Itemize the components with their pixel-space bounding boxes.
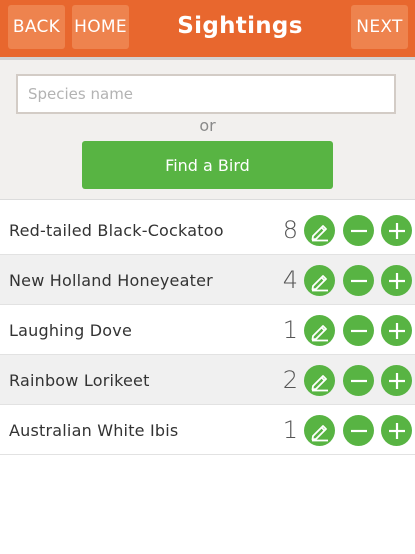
plus-icon	[388, 272, 405, 289]
edit-button[interactable]	[304, 265, 335, 296]
decrement-button[interactable]	[343, 315, 374, 346]
species-name: New Holland Honeyeater	[9, 270, 213, 290]
sighting-count: 1	[282, 316, 298, 344]
decrement-button[interactable]	[343, 265, 374, 296]
plus-icon	[388, 372, 405, 389]
increment-button[interactable]	[381, 365, 412, 396]
home-button[interactable]: HOME	[72, 5, 129, 49]
increment-button[interactable]	[381, 415, 412, 446]
or-label: or	[199, 116, 216, 135]
pencil-icon	[311, 374, 328, 391]
decrement-button[interactable]	[343, 215, 374, 246]
list-item: Laughing Dove 1	[0, 305, 415, 355]
decrement-button[interactable]	[343, 365, 374, 396]
increment-button[interactable]	[381, 265, 412, 296]
edit-button[interactable]	[304, 215, 335, 246]
pencil-icon	[311, 424, 328, 441]
minus-icon	[350, 429, 367, 432]
sightings-list: Red-tailed Black-Cockatoo 8 New Holland …	[0, 205, 415, 455]
increment-button[interactable]	[381, 215, 412, 246]
list-item: Rainbow Lorikeet 2	[0, 355, 415, 405]
sighting-count: 2	[282, 366, 298, 394]
sighting-count: 4	[282, 266, 298, 294]
edit-button[interactable]	[304, 365, 335, 396]
decrement-button[interactable]	[343, 415, 374, 446]
minus-icon	[350, 229, 367, 232]
back-button[interactable]: BACK	[8, 5, 65, 49]
pencil-icon	[311, 274, 328, 291]
species-name: Laughing Dove	[9, 320, 133, 340]
species-name-input[interactable]	[16, 74, 396, 114]
edit-button[interactable]	[304, 315, 335, 346]
increment-button[interactable]	[381, 315, 412, 346]
plus-icon	[388, 322, 405, 339]
find-a-bird-button[interactable]: Find a Bird	[82, 141, 333, 189]
edit-button[interactable]	[304, 415, 335, 446]
sighting-count: 8	[282, 216, 298, 244]
minus-icon	[350, 329, 367, 332]
page-title: Sightings	[177, 13, 303, 39]
pencil-icon	[311, 324, 328, 341]
next-button[interactable]: NEXT	[351, 5, 408, 49]
list-item: Red-tailed Black-Cockatoo 8	[0, 205, 415, 255]
plus-icon	[388, 422, 405, 439]
list-item: New Holland Honeyeater 4	[0, 255, 415, 305]
app-header: BACK HOME Sightings NEXT	[0, 0, 415, 60]
list-item: Australian White Ibis 1	[0, 405, 415, 455]
minus-icon	[350, 279, 367, 282]
pencil-icon	[311, 224, 328, 241]
species-name: Red-tailed Black-Cockatoo	[9, 220, 224, 240]
sighting-count: 1	[282, 416, 298, 444]
species-name: Rainbow Lorikeet	[9, 370, 150, 390]
species-name: Australian White Ibis	[9, 420, 179, 440]
minus-icon	[350, 379, 367, 382]
plus-icon	[388, 222, 405, 239]
search-panel: or Find a Bird	[0, 60, 415, 200]
